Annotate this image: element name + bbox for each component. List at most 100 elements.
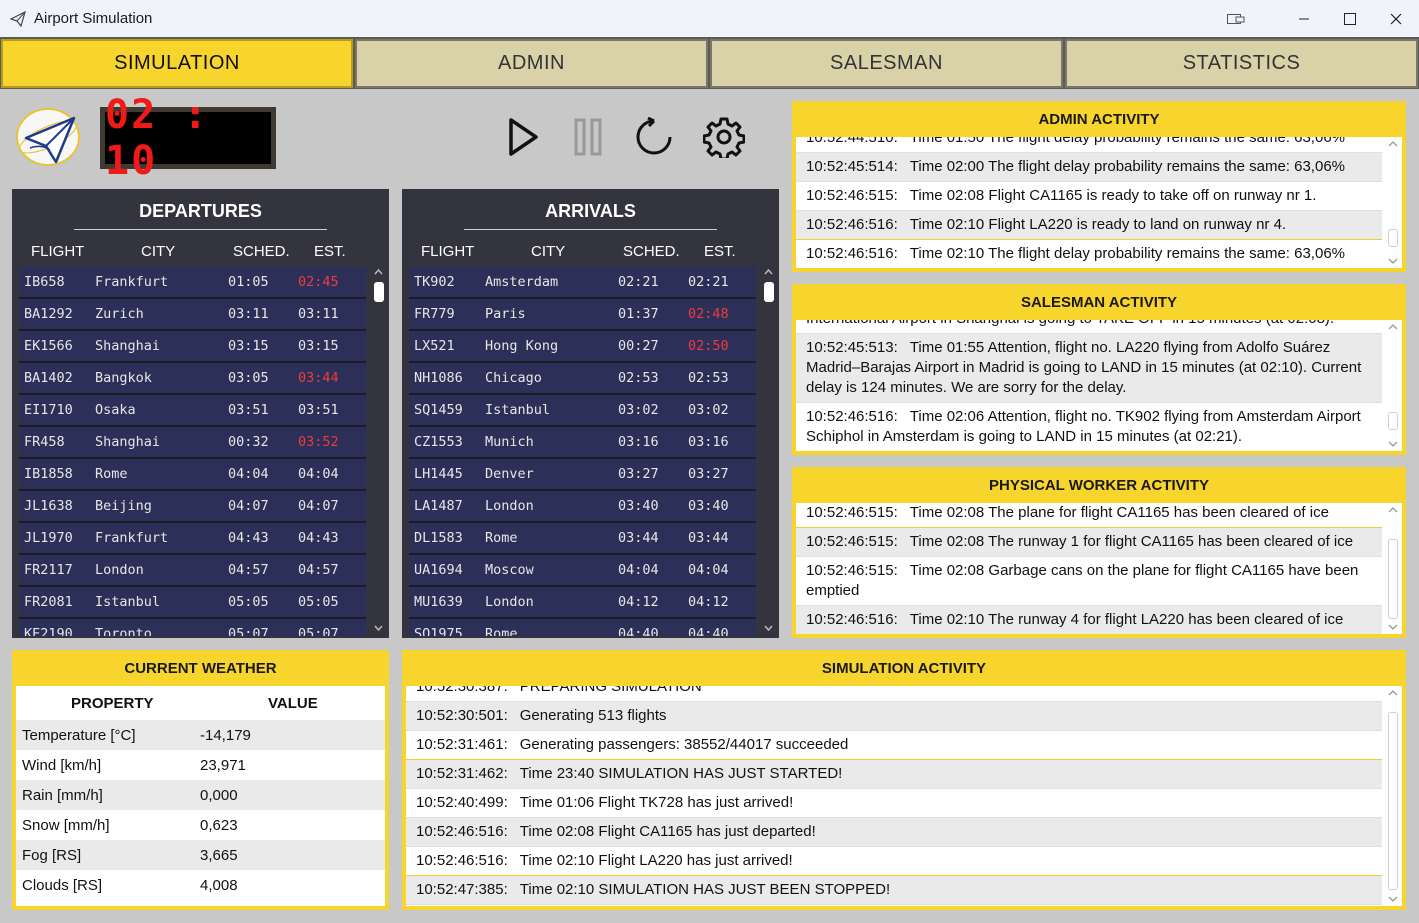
flight-sched: 01:37	[618, 306, 659, 322]
scroll-down-icon[interactable]	[1387, 622, 1399, 632]
close-button[interactable]	[1373, 0, 1419, 37]
departures-scrollbar[interactable]	[372, 267, 385, 633]
log-line: 10:52:40:499: Time 01:06 Flight TK728 has…	[406, 789, 1382, 818]
scroll-thumb[interactable]	[764, 282, 774, 302]
arrivals-scrollbar[interactable]	[762, 267, 775, 633]
admin-activity-log[interactable]: 10:52:44:510: Time 01:50 The flight delay…	[796, 137, 1402, 268]
flight-row[interactable]: DL1583 Rome 03:44 03:44	[409, 523, 756, 555]
flight-row[interactable]: KE2190 Toronto 05:07 05:07	[19, 619, 366, 636]
log-timestamp: 10:52:46:515:	[806, 187, 898, 204]
minimize-button[interactable]	[1281, 0, 1327, 37]
flight-est: 03:11	[298, 306, 339, 322]
salesman-activity-log[interactable]: International Airport in Shanghai is goi…	[796, 320, 1402, 451]
flight-row[interactable]: FR2081 Istanbul 05:05 05:05	[19, 587, 366, 619]
log-line: 10:52:46:516: Time 02:10 Flight LA220 is …	[796, 211, 1382, 240]
flight-row[interactable]: BA1292 Zurich 03:11 03:11	[19, 299, 366, 331]
log-line: 10:52:46:516: Time 02:10 The flight delay…	[796, 240, 1382, 268]
flight-city: Toronto	[95, 626, 152, 636]
flight-row[interactable]: CZ1553 Munich 03:16 03:16	[409, 427, 756, 459]
flight-row[interactable]: JL1638 Beijing 04:07 04:07	[19, 491, 366, 523]
scroll-down-icon[interactable]	[373, 623, 384, 633]
salesman-scrollbar[interactable]	[1384, 320, 1402, 451]
title-underline	[74, 229, 327, 230]
scroll-thumb[interactable]	[1388, 229, 1398, 247]
flight-row[interactable]: EK1566 Shanghai 03:15 03:15	[19, 331, 366, 363]
log-line: International Airport in Shanghai is goi…	[796, 320, 1382, 334]
flight-row[interactable]: EI1710 Osaka 03:51 03:51	[19, 395, 366, 427]
flight-row[interactable]: TK902 Amsterdam 02:21 02:21	[409, 267, 756, 299]
flight-row[interactable]: IB658 Frankfurt 01:05 02:45	[19, 267, 366, 299]
flight-number: BA1292	[24, 306, 73, 322]
flight-number: JL1970	[24, 530, 73, 546]
col-sched: SCHED.	[623, 243, 680, 260]
flight-number: JL1638	[24, 498, 73, 514]
log-lines: 10:52:30:387: PREPARING SIMULATION 10:52:3…	[406, 686, 1382, 905]
physical-worker-scrollbar[interactable]	[1384, 503, 1402, 634]
scroll-thumb[interactable]	[1388, 539, 1398, 619]
departures-list[interactable]: IB658 Frankfurt 01:05 02:45 BA1292 Zurich 03:1…	[19, 267, 366, 636]
scroll-up-icon[interactable]	[1387, 505, 1399, 515]
scroll-down-icon[interactable]	[1387, 894, 1399, 904]
scroll-down-icon[interactable]	[1387, 439, 1399, 449]
scroll-up-icon[interactable]	[1387, 139, 1399, 149]
tab-simulation[interactable]: SIMULATION	[1, 39, 353, 88]
scroll-down-icon[interactable]	[763, 623, 774, 633]
play-button[interactable]	[500, 114, 546, 160]
arrivals-list[interactable]: TK902 Amsterdam 02:21 02:21 FR779 Paris 01:37 0…	[409, 267, 756, 636]
flight-row[interactable]: FR2117 London 04:57 04:57	[19, 555, 366, 587]
log-line: 10:52:46:516: Time 02:08 Flight CA1165 ha…	[406, 818, 1382, 847]
scroll-up-icon[interactable]	[1387, 688, 1399, 698]
log-timestamp: 10:52:46:516:	[806, 216, 898, 233]
pause-button[interactable]	[565, 114, 611, 160]
maximize-button[interactable]	[1327, 0, 1373, 37]
flight-number: IB658	[24, 274, 65, 290]
scroll-thumb[interactable]	[374, 282, 384, 302]
flight-row[interactable]: IB1858 Rome 04:04 04:04	[19, 459, 366, 491]
flight-est: 05:05	[298, 594, 339, 610]
tab-salesman[interactable]: SALESMAN	[710, 39, 1063, 88]
restart-button[interactable]	[631, 114, 677, 160]
tab-admin[interactable]: ADMIN	[355, 39, 708, 88]
log-timestamp: 10:52:30:501:	[416, 707, 508, 724]
flight-row[interactable]: LX521 Hong Kong 00:27 02:50	[409, 331, 756, 363]
flight-row[interactable]: FR779 Paris 01:37 02:48	[409, 299, 756, 331]
log-line: 10:52:31:461: Generating passengers: 3855…	[406, 731, 1382, 760]
tab-statistics[interactable]: STATISTICS	[1065, 39, 1418, 88]
log-timestamp: 10:52:46:515:	[806, 504, 898, 521]
flight-row[interactable]: SQ1459 Istanbul 03:02 03:02	[409, 395, 756, 427]
scroll-down-icon[interactable]	[1387, 256, 1399, 266]
flight-row[interactable]: BA1402 Bangkok 03:05 03:44	[19, 363, 366, 395]
simulation-scrollbar[interactable]	[1384, 686, 1402, 906]
flight-number: IB1858	[24, 466, 73, 482]
flight-sched: 03:02	[618, 402, 659, 418]
flight-row[interactable]: LH1445 Denver 03:27 03:27	[409, 459, 756, 491]
log-text: Time 02:10 Flight LA220 has just arrived…	[519, 852, 793, 869]
settings-button[interactable]	[701, 114, 747, 160]
flight-row[interactable]: LA1487 London 03:40 03:40	[409, 491, 756, 523]
physical-worker-activity-log[interactable]: 10:52:46:515: Time 02:08 The plane for fl…	[796, 503, 1402, 634]
scroll-up-icon[interactable]	[373, 267, 384, 277]
flight-city: Zurich	[95, 306, 144, 322]
flight-number: KE2190	[24, 626, 73, 636]
scroll-up-icon[interactable]	[763, 267, 774, 277]
flight-row[interactable]: FR458 Shanghai 00:32 03:52	[19, 427, 366, 459]
flight-row[interactable]: UA1694 Moscow 04:04 04:04	[409, 555, 756, 587]
flight-row[interactable]: MU1639 London 04:12 04:12	[409, 587, 756, 619]
scroll-thumb[interactable]	[1388, 412, 1398, 430]
flight-row[interactable]: NH1086 Chicago 02:53 02:53	[409, 363, 756, 395]
col-est: EST.	[314, 243, 346, 260]
log-timestamp: 10:52:46:516:	[416, 823, 508, 840]
scroll-thumb[interactable]	[1388, 712, 1398, 890]
flight-est: 03:27	[688, 466, 729, 482]
weather-row: Rain [mm/h] 0,000	[16, 780, 385, 810]
flight-row[interactable]: SQ1975 Rome 04:40 04:40	[409, 619, 756, 636]
flight-est: 03:02	[688, 402, 729, 418]
admin-scrollbar[interactable]	[1384, 137, 1402, 268]
flight-row[interactable]: JL1970 Frankfurt 04:43 04:43	[19, 523, 366, 555]
simulation-activity-log[interactable]: 10:52:30:387: PREPARING SIMULATION 10:52:3…	[406, 686, 1402, 906]
log-line: 10:52:47:385: Time 02:10 SIMULATION HAS J…	[406, 876, 1382, 905]
weather-row: Clouds [RS] 4,008	[16, 870, 385, 900]
snap-layout-button[interactable]	[1213, 0, 1259, 37]
flight-est: 03:16	[688, 434, 729, 450]
scroll-up-icon[interactable]	[1387, 322, 1399, 332]
